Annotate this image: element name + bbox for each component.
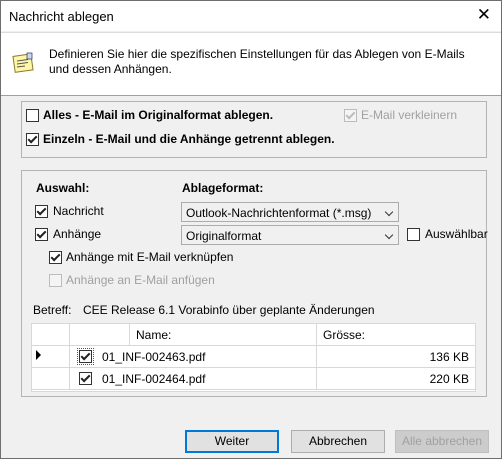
anhaenge-format-value: Originalformat (186, 229, 262, 243)
window-title: Nachricht ablegen (9, 9, 114, 24)
dialog-header: Definieren Sie hier die spezifischen Ein… (1, 32, 501, 96)
row-checkbox[interactable] (79, 372, 92, 385)
table-header-size[interactable]: Grösse: (317, 324, 475, 346)
auswaehlbar-checkbox[interactable] (407, 228, 420, 241)
file-name: 01_INF-002464.pdf (102, 372, 206, 386)
weiter-button[interactable]: Weiter (185, 430, 279, 453)
nachricht-label[interactable]: Nachricht (53, 204, 104, 218)
row-selector (32, 368, 70, 390)
alles-label[interactable]: Alles - E-Mail im Originalformat ablegen… (43, 108, 273, 122)
table-row[interactable]: 01_INF-002464.pdf 220 KB (32, 368, 475, 390)
chevron-down-icon (384, 207, 394, 217)
row-check-cell (70, 368, 100, 390)
row-size-cell: 220 KB (317, 368, 475, 390)
alles-checkbox[interactable] (26, 109, 39, 122)
file-size: 220 KB (429, 372, 469, 386)
dialog-window: Nachricht ablegen ✕ Definieren Sie hier … (0, 0, 502, 459)
alle-abbrechen-button: Alle abbrechen (395, 430, 489, 453)
file-name: 01_INF-002463.pdf (102, 350, 206, 364)
row-pointer-icon (36, 350, 41, 360)
header-description: Definieren Sie hier die spezifischen Ein… (49, 47, 465, 76)
table-header-rowmark (32, 324, 70, 346)
anfuegen-label: Anhänge an E-Mail anfügen (66, 273, 215, 287)
nachricht-checkbox[interactable] (35, 205, 48, 218)
col-size-label: Grösse: (323, 328, 366, 342)
verknuepfen-checkbox[interactable] (49, 251, 62, 264)
table-header-name[interactable]: Name: (130, 324, 317, 346)
auswaehlbar-label[interactable]: Auswählbar (425, 227, 488, 241)
anhaenge-label[interactable]: Anhänge (53, 227, 101, 241)
ablageformat-heading: Ablageformat: (182, 181, 264, 195)
anhaenge-checkbox[interactable] (35, 228, 48, 241)
attachments-table: Name: Grösse: 01_INF-002463.pdf 136 KB 0… (31, 323, 476, 392)
einzeln-checkbox[interactable] (26, 133, 39, 146)
note-icon (12, 52, 34, 73)
close-icon[interactable]: ✕ (477, 5, 491, 25)
row-check-cell (70, 346, 100, 368)
title-bar: Nachricht ablegen ✕ (1, 1, 501, 31)
row-selector (32, 346, 70, 368)
row-name-cell: 01_INF-002464.pdf (100, 368, 317, 390)
verknuepfen-label[interactable]: Anhänge mit E-Mail verknüpfen (66, 250, 233, 264)
anfuegen-checkbox (49, 274, 62, 287)
row-name-cell: 01_INF-002463.pdf (100, 346, 317, 368)
chevron-down-icon (384, 230, 394, 240)
betreff-label: Betreff: (33, 303, 72, 317)
file-size: 136 KB (429, 350, 469, 364)
table-header-check (70, 324, 130, 346)
auswahl-heading: Auswahl: (36, 181, 90, 195)
einzeln-label[interactable]: Einzeln - E-Mail und die Anhänge getrenn… (43, 132, 335, 146)
row-checkbox[interactable] (77, 348, 94, 365)
verkleinern-checkbox (344, 109, 357, 122)
abbrechen-button[interactable]: Abbrechen (291, 430, 385, 453)
col-name-label: Name: (136, 328, 172, 342)
anhaenge-format-select[interactable]: Originalformat (181, 225, 399, 245)
verkleinern-label: E-Mail verkleinern (361, 108, 458, 122)
betreff-value: CEE Release 6.1 Vorabinfo über geplante … (83, 303, 375, 317)
nachricht-format-value: Outlook-Nachrichtenformat (*.msg) (186, 206, 372, 220)
row-size-cell: 136 KB (317, 346, 475, 368)
table-row[interactable]: 01_INF-002463.pdf 136 KB (32, 346, 475, 368)
nachricht-format-select[interactable]: Outlook-Nachrichtenformat (*.msg) (181, 202, 399, 222)
